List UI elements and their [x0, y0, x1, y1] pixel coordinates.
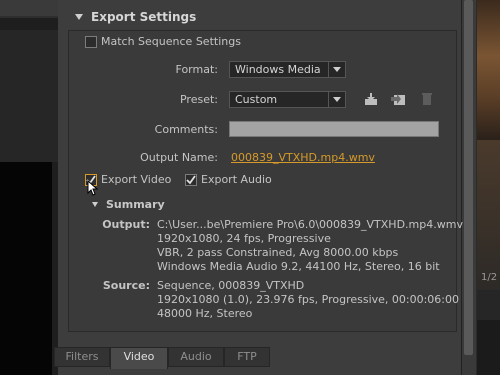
output-name-label: Output Name: [140, 151, 218, 164]
settings-tabs: Filters Video Audio FTP [54, 347, 461, 375]
summary-output-details: C:\User...be\Premiere Pro\6.0\000839_VTX… [157, 218, 463, 274]
program-monitor [0, 162, 52, 375]
match-sequence-checkbox[interactable] [85, 36, 97, 48]
summary-source-line: Sequence, 000839_VTXHD [157, 279, 305, 292]
chevron-down-icon [328, 62, 345, 77]
export-video-label: Export Video [101, 173, 172, 186]
save-preset-icon[interactable] [363, 92, 379, 106]
mouse-cursor-icon [87, 180, 99, 196]
left-panel-header [0, 0, 58, 16]
preset-dropdown[interactable]: Custom [229, 91, 346, 108]
tab-filters[interactable]: Filters [54, 347, 110, 367]
import-preset-icon[interactable] [391, 92, 407, 106]
left-panel [0, 0, 58, 375]
zoom-ratio-label: 1/2 [481, 272, 498, 283]
chevron-down-icon [328, 92, 345, 107]
collapse-triangle-icon[interactable] [92, 201, 98, 207]
dialog-scrollbar[interactable] [461, 0, 476, 375]
right-panel-toolbar [477, 320, 500, 375]
summary-source-label: Source: [102, 279, 150, 292]
right-panel: 1/2 [477, 0, 500, 375]
summary-output-label: Output: [102, 218, 150, 231]
tab-video[interactable]: Video [110, 347, 168, 369]
export-audio-label: Export Audio [201, 173, 272, 186]
source-preview-image [477, 0, 500, 140]
summary-output-line: VBR, 2 pass Constrained, Avg 8000.00 kbp… [157, 246, 399, 259]
export-settings-header[interactable]: Export Settings [75, 10, 196, 24]
summary-header[interactable]: Summary [92, 198, 165, 211]
summary-source-line: 1920x1080 (1.0), 23.976 fps, Progressive… [157, 293, 460, 306]
format-label: Format: [175, 63, 218, 76]
summary-title: Summary [106, 198, 165, 211]
comments-input[interactable] [229, 121, 439, 137]
summary-source-line: 48000 Hz, Stereo [157, 307, 253, 320]
tab-ftp[interactable]: FTP [224, 347, 270, 367]
source-preview-lower [477, 140, 500, 290]
delete-preset-icon[interactable] [419, 92, 435, 106]
format-value: Windows Media [235, 63, 321, 76]
left-panel-area [0, 30, 58, 162]
summary-output-line: 1920x1080, 24 fps, Progressive [157, 232, 331, 245]
preset-value: Custom [235, 93, 278, 106]
collapse-triangle-icon[interactable] [75, 13, 83, 20]
checkmark-icon [186, 175, 196, 185]
match-sequence-label: Match Sequence Settings [101, 35, 241, 48]
format-dropdown[interactable]: Windows Media [229, 61, 346, 78]
output-name-link[interactable]: 000839_VTXHD.mp4.wmv [231, 151, 375, 164]
preset-label: Preset: [179, 93, 218, 106]
summary-output-line: C:\User...be\Premiere Pro\6.0\000839_VTX… [157, 218, 463, 231]
export-audio-checkbox[interactable] [185, 174, 197, 186]
summary-source-details: Sequence, 000839_VTXHD 1920x1080 (1.0), … [157, 279, 459, 321]
scrollbar-thumb[interactable] [464, 0, 473, 355]
tab-audio[interactable]: Audio [168, 347, 224, 367]
left-panel-strip [0, 16, 58, 18]
export-settings-title: Export Settings [91, 10, 197, 24]
summary-output-line: Windows Media Audio 9.2, 44100 Hz, Stere… [157, 260, 440, 273]
comments-label: Comments: [154, 123, 218, 136]
